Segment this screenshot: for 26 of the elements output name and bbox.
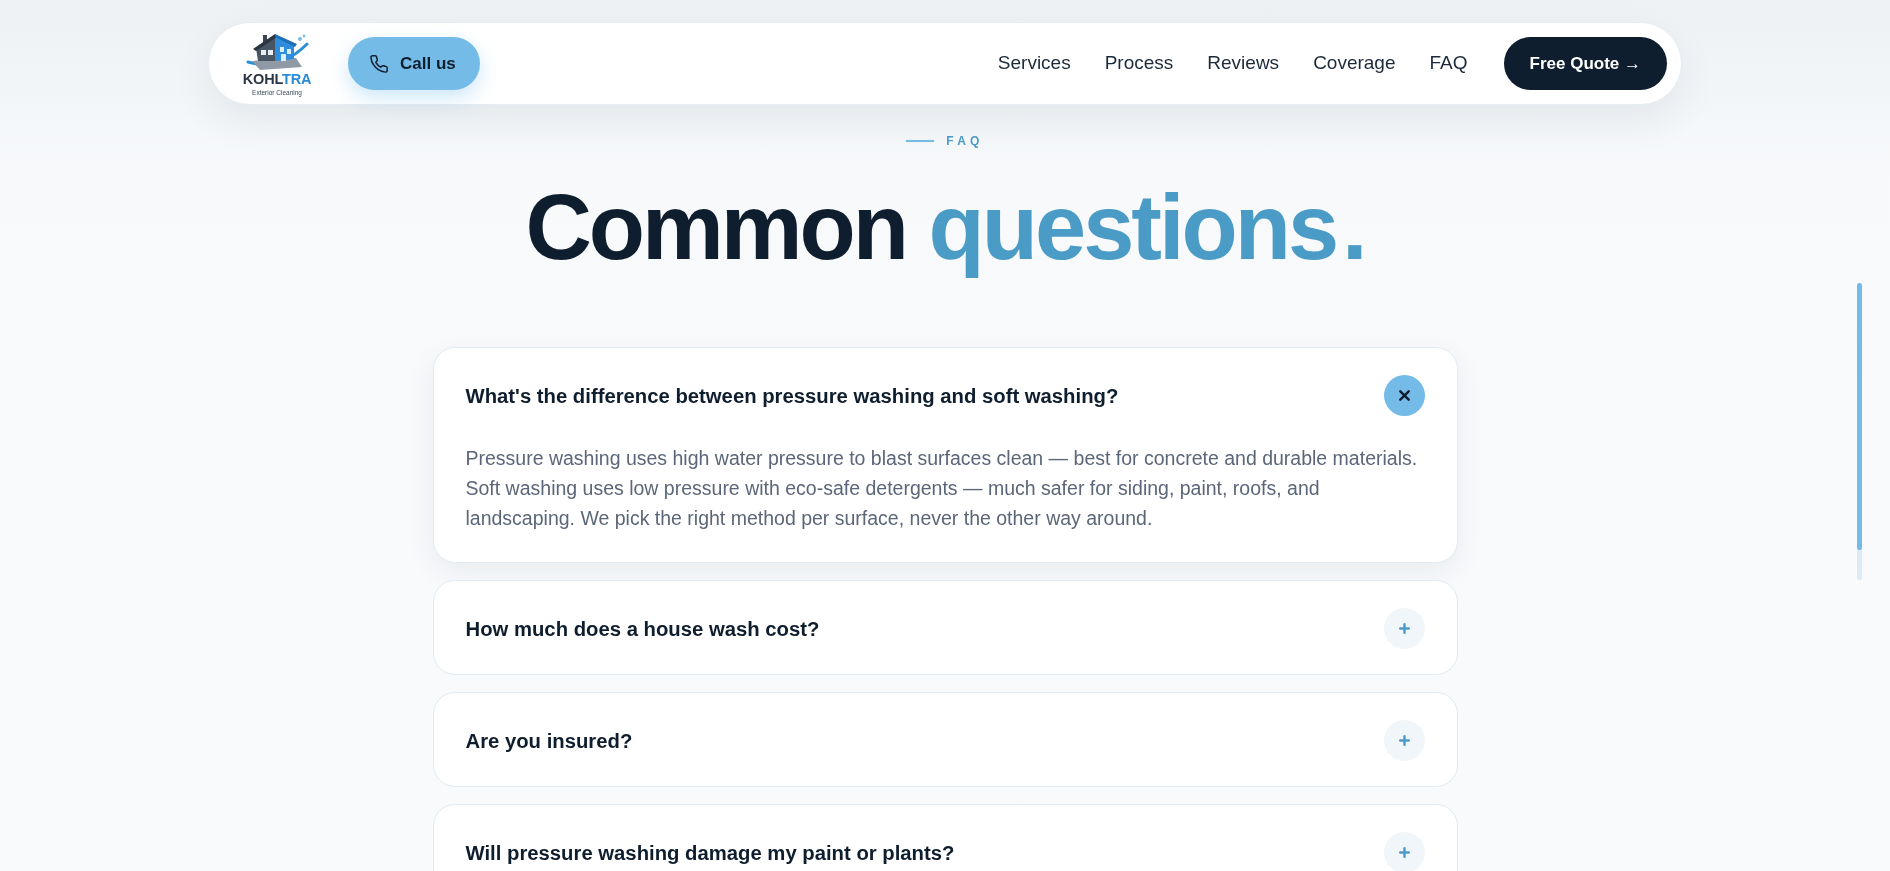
phone-icon <box>370 54 388 73</box>
plus-icon <box>1398 623 1410 635</box>
nav-link[interactable]: Process <box>1104 49 1174 78</box>
faq-question[interactable]: Are you insured? <box>465 727 633 754</box>
free-quote-button[interactable]: Free Quote → <box>1503 37 1667 90</box>
nav-link[interactable]: Services <box>997 49 1071 78</box>
brand-wordmark: KOHLTRA <box>242 72 312 87</box>
plus-icon <box>1398 735 1410 747</box>
faq-question[interactable]: Will pressure washing damage my paint or plants? <box>465 839 955 866</box>
eyebrow-line <box>906 140 935 142</box>
plus-icon <box>1398 847 1410 859</box>
section-eyebrow: FAQ <box>946 133 984 149</box>
faq-toggle-button[interactable] <box>1383 832 1425 871</box>
nav-link[interactable]: Coverage <box>1313 49 1396 78</box>
house-logo-icon <box>244 31 310 71</box>
faq-question[interactable]: What's the difference between pressure washing and soft washing? <box>465 382 1119 409</box>
nav-link[interactable]: FAQ <box>1429 49 1468 78</box>
faq-answer: Pressure washing uses high water pressure to blast surfaces clean — best for concrete and durable materials. Soft washing uses low pressure with eco-safe detergents — much safer for siding, paint, roofs, and landscaping. We pick the right method per surface, never the other way around. <box>465 446 1419 532</box>
faq-toggle-button[interactable] <box>1383 375 1425 417</box>
faq-toggle-button[interactable] <box>1383 720 1425 762</box>
faq-question[interactable]: How much does a house wash cost? <box>465 615 820 642</box>
faq-toggle-button[interactable] <box>1383 608 1425 650</box>
section-heading: Common questions. <box>525 175 1365 280</box>
nav-link[interactable]: Reviews <box>1207 49 1280 78</box>
call-button[interactable]: Call us <box>348 37 480 90</box>
close-icon <box>1398 390 1410 402</box>
